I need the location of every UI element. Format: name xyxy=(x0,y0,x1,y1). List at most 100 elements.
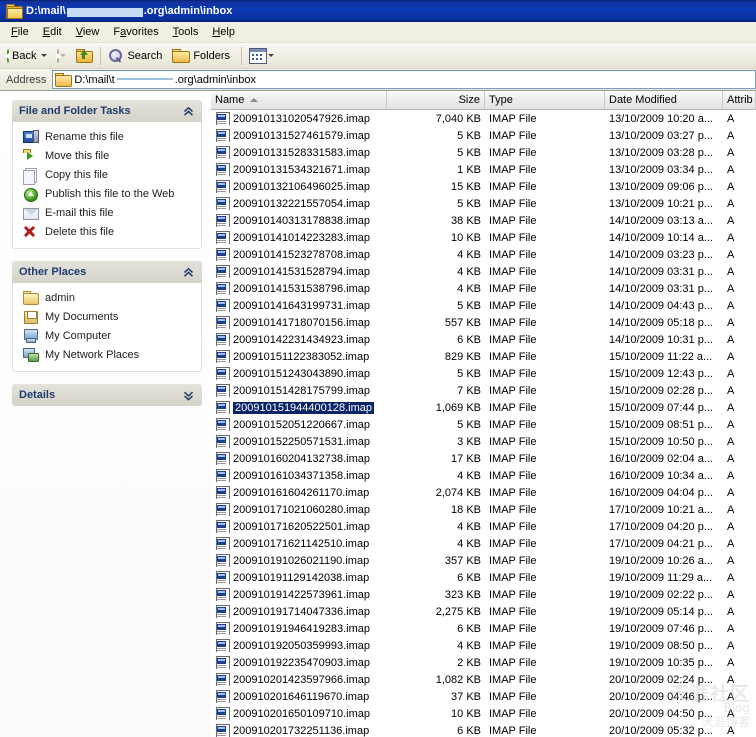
imap-file-icon xyxy=(215,452,230,465)
table-row[interactable]: 200910151122383052.imap 829 KB IMAP File 15… xyxy=(211,348,756,365)
column-header-label: Date Modified xyxy=(609,94,677,106)
table-row[interactable]: 200910191129142038.imap 6 KB IMAP File 19/1… xyxy=(211,569,756,586)
back-button[interactable]: Back xyxy=(4,45,54,67)
table-row[interactable]: 200910151243043890.imap 5 KB IMAP File 15/1… xyxy=(211,365,756,382)
table-row[interactable]: 200910152250571531.imap 3 KB IMAP File 15/1… xyxy=(211,433,756,450)
table-row[interactable]: 200910192235470903.imap 2 KB IMAP File 19/1… xyxy=(211,654,756,671)
table-row[interactable]: 200910191422573961.imap 323 KB IMAP File 19… xyxy=(211,586,756,603)
cell-size: 1,082 KB xyxy=(435,673,481,686)
cell-name: 200910142231434923.imap xyxy=(211,333,387,346)
table-row[interactable]: 200910141643199731.imap 5 KB IMAP File 14/1… xyxy=(211,297,756,314)
cell-name-text: 200910171021060280.imap xyxy=(233,503,371,516)
table-row[interactable]: 200910201423597966.imap 1,082 KB IMAP File… xyxy=(211,671,756,688)
cell-size: 37 KB xyxy=(451,690,481,703)
imap-file-icon xyxy=(215,690,230,703)
panel-header-other-places[interactable]: Other Places xyxy=(12,261,202,283)
table-row[interactable]: 200910141718070156.imap 557 KB IMAP File 14… xyxy=(211,314,756,331)
table-row[interactable]: 200910142231434923.imap 6 KB IMAP File 14/1… xyxy=(211,331,756,348)
table-row[interactable]: 200910141531528794.imap 4 KB IMAP File 14/1… xyxy=(211,263,756,280)
address-input[interactable]: D:\mail\t .org\admin\inbox xyxy=(52,70,756,89)
table-row[interactable]: 200910191714047336.imap 2,275 KB IMAP File… xyxy=(211,603,756,620)
table-row[interactable]: 200910131527461579.imap 5 KB IMAP File 13/1… xyxy=(211,127,756,144)
table-row[interactable]: 200910152051220667.imap 5 KB IMAP File 15/1… xyxy=(211,416,756,433)
place-my-computer[interactable]: My Computer xyxy=(13,326,201,345)
table-row[interactable]: 200910171021060280.imap 18 KB IMAP File 17/… xyxy=(211,501,756,518)
menu-help[interactable]: Help xyxy=(205,24,242,41)
column-header-attrib[interactable]: Attrib xyxy=(723,91,756,109)
cell-name: 200910141643199731.imap xyxy=(211,299,387,312)
cell-name-text: 200910151122383052.imap xyxy=(233,350,370,363)
menu-tools[interactable]: Tools xyxy=(166,24,206,41)
table-row[interactable]: 200910141523278708.imap 4 KB IMAP File 14/1… xyxy=(211,246,756,263)
column-header-type[interactable]: Type xyxy=(485,91,605,109)
table-row[interactable]: 200910151944400128.imap 1,069 KB IMAP File… xyxy=(211,399,756,416)
panel-header-details[interactable]: Details xyxy=(12,384,202,406)
table-row[interactable]: 200910171621142510.imap 4 KB IMAP File 17/1… xyxy=(211,535,756,552)
table-row[interactable]: 200910191026021190.imap 357 KB IMAP File 19… xyxy=(211,552,756,569)
cell-size: 18 KB xyxy=(451,503,481,516)
table-row[interactable]: 200910192050359993.imap 4 KB IMAP File 19/1… xyxy=(211,637,756,654)
chevron-down-icon[interactable] xyxy=(182,389,195,402)
cell-type: IMAP File xyxy=(489,622,537,635)
table-row[interactable]: 200910141014223283.imap 10 KB IMAP File 14/… xyxy=(211,229,756,246)
place-my-documents[interactable]: My Documents xyxy=(13,307,201,326)
menu-favorites[interactable]: Favorites xyxy=(106,24,165,41)
chevron-up-icon[interactable] xyxy=(182,266,195,279)
task-email-this-file[interactable]: E-mail this file xyxy=(13,203,201,222)
task-rename-this-file[interactable]: Rename this file xyxy=(13,127,201,146)
task-publish-this-file-to-the-web[interactable]: Publish this file to the Web xyxy=(13,184,201,203)
place-admin[interactable]: admin xyxy=(13,288,201,307)
table-row[interactable]: 200910201732251136.imap 6 KB IMAP File 20/1… xyxy=(211,722,756,737)
explorer-window: D:\mail\ .org\admin\inbox FFileile Edit V… xyxy=(0,0,756,737)
task-move-this-file[interactable]: Move this file xyxy=(13,146,201,165)
search-button[interactable]: Search xyxy=(105,45,169,67)
column-header-size[interactable]: Size xyxy=(387,91,485,109)
panel-header-file-tasks[interactable]: File and Folder Tasks xyxy=(12,100,202,122)
cell-attrib: A xyxy=(727,656,735,669)
menu-edit[interactable]: Edit xyxy=(36,24,69,41)
chevron-up-icon[interactable] xyxy=(182,105,195,118)
place-label: My Network Places xyxy=(45,348,140,361)
toolbar-separator-2 xyxy=(241,46,243,65)
task-copy-this-file[interactable]: Copy this file xyxy=(13,165,201,185)
column-header-name[interactable]: Name xyxy=(211,91,387,109)
table-row[interactable]: 200910160204132738.imap 17 KB IMAP File 16/… xyxy=(211,450,756,467)
table-row[interactable]: 200910141531538796.imap 4 KB IMAP File 14/1… xyxy=(211,280,756,297)
cell-attrib: A xyxy=(727,571,735,584)
menu-view[interactable]: View xyxy=(69,24,107,41)
table-row[interactable]: 200910201650109710.imap 10 KB IMAP File 20/… xyxy=(211,705,756,722)
up-button[interactable] xyxy=(73,45,96,67)
table-row[interactable]: 200910131534321671.imap 1 KB IMAP File 13/1… xyxy=(211,161,756,178)
cell-size: 5 KB xyxy=(457,418,481,431)
cell-attrib: A xyxy=(727,265,735,278)
table-row[interactable]: 200910132106496025.imap 15 KB IMAP File 13/… xyxy=(211,178,756,195)
table-row[interactable]: 200910171620522501.imap 4 KB IMAP File 17/1… xyxy=(211,518,756,535)
views-dropdown-icon[interactable] xyxy=(268,54,275,57)
cell-date-modified: 17/10/2009 10:21 a... xyxy=(609,503,713,516)
task-delete-this-file[interactable]: Delete this file xyxy=(13,222,201,241)
table-row[interactable]: 200910132221557054.imap 5 KB IMAP File 13/1… xyxy=(211,195,756,212)
column-header-date-modified[interactable]: Date Modified xyxy=(605,91,723,109)
my-documents-icon xyxy=(22,309,40,325)
table-row[interactable]: 200910140313178838.imap 38 KB IMAP File 14/… xyxy=(211,212,756,229)
table-row[interactable]: 200910161034371358.imap 4 KB IMAP File 16/1… xyxy=(211,467,756,484)
table-row[interactable]: 200910131020547926.imap 7,040 KB IMAP File… xyxy=(211,110,756,127)
views-button[interactable] xyxy=(246,45,281,67)
cell-name-text: 200910161034371358.imap xyxy=(233,469,371,482)
views-icon xyxy=(249,47,268,64)
cell-date-modified: 16/10/2009 10:34 a... xyxy=(609,469,713,482)
back-dropdown-icon[interactable] xyxy=(41,54,48,57)
table-row[interactable]: 200910161604261170.imap 2,074 KB IMAP File… xyxy=(211,484,756,501)
place-my-network-places[interactable]: My Network Places xyxy=(13,345,201,364)
table-row[interactable]: 200910151428175799.imap 7 KB IMAP File 15/1… xyxy=(211,382,756,399)
table-row[interactable]: 200910131528331583.imap 5 KB IMAP File 13/1… xyxy=(211,144,756,161)
column-header-label: Type xyxy=(489,94,513,106)
window-title: D:\mail\ .org\admin\inbox xyxy=(26,5,232,17)
table-row[interactable]: 200910201646119670.imap 37 KB IMAP File 20/… xyxy=(211,688,756,705)
folders-button[interactable]: Folders xyxy=(169,45,237,67)
forward-button[interactable] xyxy=(54,45,73,67)
table-row[interactable]: 200910191946419283.imap 6 KB IMAP File 19/1… xyxy=(211,620,756,637)
menu-file[interactable]: FFileile xyxy=(4,24,36,41)
imap-file-icon xyxy=(215,265,230,278)
task-label: Delete this file xyxy=(45,225,115,238)
